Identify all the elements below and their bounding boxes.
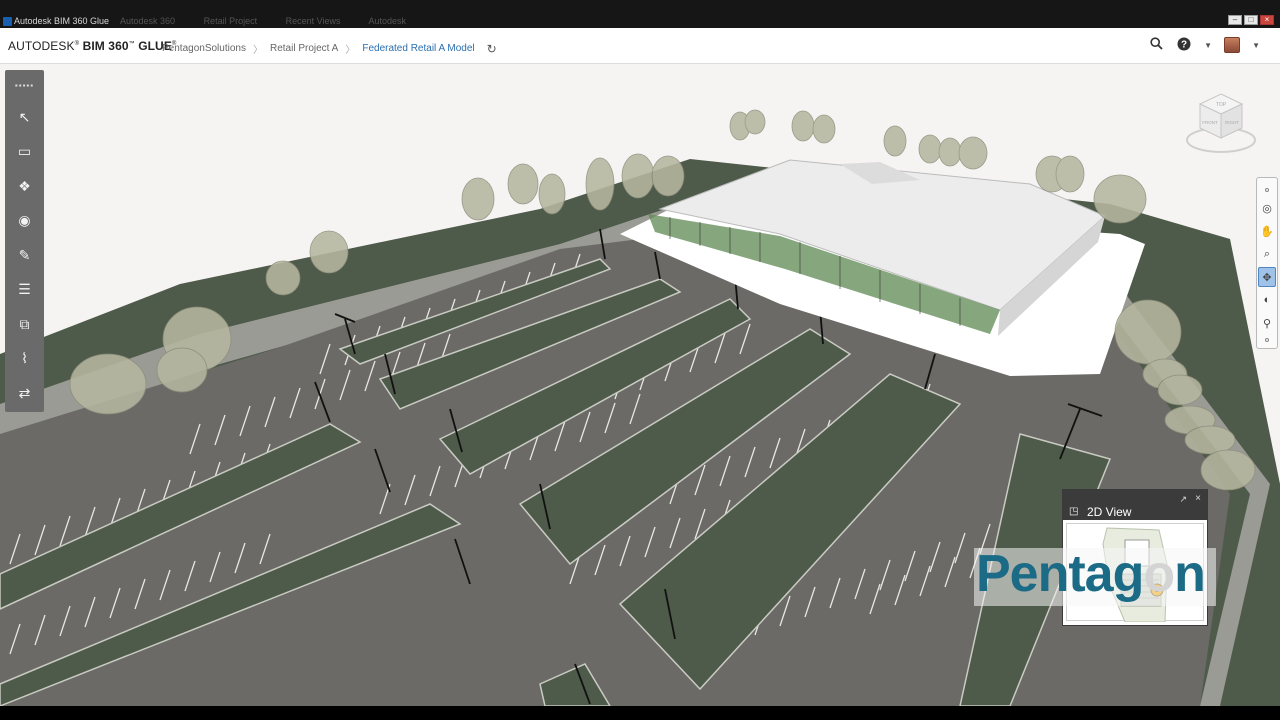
ghost-tabs: Autodesk 360 Retail Project Recent Views…	[120, 16, 432, 26]
refresh-icon[interactable]: ↻	[487, 42, 497, 56]
view-cube-front-label: FRONT	[1202, 120, 1218, 125]
2d-view-icon: ◳	[1069, 506, 1079, 517]
window-title: Autodesk BIM 360 Glue	[14, 16, 110, 26]
maximize-button[interactable]: □	[1244, 15, 1258, 25]
chevron-right-icon: 〉	[252, 45, 263, 56]
model-browser-tool-icon[interactable]: ☰	[5, 273, 44, 308]
select-tool-icon[interactable]: ↖	[5, 100, 44, 135]
minimize-button[interactable]: –	[1228, 15, 1242, 25]
ghost-tab: Autodesk 360	[120, 16, 176, 26]
2d-view-header[interactable]: ◳ 2D View ↗ ×	[1063, 490, 1207, 520]
navbar-menu-handle[interactable]	[1265, 338, 1269, 342]
brand-logo[interactable]: AUTODESK® BIM 360™ GLUE®	[8, 39, 176, 53]
ghost-tab: Autodesk	[368, 16, 407, 26]
header-actions: ? ▼ ▼	[1148, 37, 1260, 53]
breadcrumb-item-project[interactable]: Retail Project A	[270, 43, 338, 54]
breadcrumb-item-model[interactable]: Federated Retail A Model	[362, 43, 474, 54]
pan-icon[interactable]: ✋	[1258, 221, 1276, 241]
ghost-tab: Retail Project	[203, 16, 258, 26]
view-cube[interactable]: TOP FRONT RIGHT	[1184, 88, 1258, 158]
svg-text:?: ?	[1181, 40, 1187, 51]
views-tool-icon[interactable]: ⧉	[5, 307, 44, 342]
view-cube-right-label: RIGHT	[1225, 120, 1239, 125]
visibility-tool-icon[interactable]: ◉	[5, 204, 44, 239]
close-button[interactable]: ×	[1260, 15, 1274, 25]
zoom-icon[interactable]: ⌕	[1258, 244, 1276, 264]
window-controls: – □ ×	[1228, 15, 1274, 25]
explode-tool-icon[interactable]: ❖	[5, 169, 44, 204]
ghost-tab: Recent Views	[285, 16, 341, 26]
chevron-right-icon: 〉	[345, 45, 356, 56]
brand-product: BIM 360	[82, 39, 129, 53]
measure-tool-icon[interactable]: ▭	[5, 135, 44, 170]
orbit-icon[interactable]: ✥	[1258, 267, 1276, 287]
watermark-part: o	[1143, 545, 1175, 603]
model-viewport[interactable]: ▪▪▪▪▪ ↖ ▭ ❖ ◉ ✎ ☰ ⧉ ⌇ ⇄ TOP FRONT RIGHT …	[0, 64, 1280, 706]
pop-out-icon[interactable]: ↗	[1179, 494, 1187, 505]
view-cube-top-label: TOP	[1216, 102, 1227, 108]
app-logo-icon	[3, 17, 12, 26]
chevron-down-icon[interactable]: ▼	[1252, 41, 1260, 50]
full-navigation-wheel-icon[interactable]: ◎	[1258, 198, 1276, 218]
markup-tool-icon[interactable]: ✎	[5, 238, 44, 273]
search-icon[interactable]	[1148, 37, 1164, 53]
walk-icon[interactable]: ⚲	[1258, 313, 1276, 333]
brand-prefix: AUTODESK	[8, 39, 75, 53]
clash-tool-icon[interactable]: ⌇	[5, 342, 44, 377]
breadcrumb-item-account[interactable]: PentagonSolutions	[162, 43, 246, 54]
2d-view-title: 2D View	[1087, 505, 1132, 519]
app-header: AUTODESK® BIM 360™ GLUE® PentagonSolutio…	[0, 28, 1280, 64]
watermark-part: Pentag	[976, 545, 1144, 603]
look-icon[interactable]: ◐	[1258, 290, 1276, 310]
close-icon[interactable]: ×	[1195, 493, 1201, 504]
pentagon-watermark: Pentagon	[976, 544, 1206, 604]
help-icon[interactable]: ?	[1176, 37, 1192, 53]
navbar-handle[interactable]	[1265, 188, 1269, 192]
left-toolbar: ▪▪▪▪▪ ↖ ▭ ❖ ◉ ✎ ☰ ⧉ ⌇ ⇄	[5, 70, 44, 412]
os-titlebar: Autodesk BIM 360 Glue Autodesk 360 Retai…	[0, 0, 1280, 28]
toolbar-grip-handle[interactable]: ▪▪▪▪▪	[5, 70, 44, 100]
breadcrumb: PentagonSolutions 〉 Retail Project A 〉 F…	[162, 41, 497, 57]
share-tool-icon[interactable]: ⇄	[5, 376, 44, 411]
watermark-part: n	[1174, 545, 1206, 603]
navigation-bar: ◎ ✋ ⌕ ✥ ◐ ⚲	[1256, 177, 1278, 349]
user-avatar[interactable]	[1224, 37, 1241, 53]
chevron-down-icon[interactable]: ▼	[1204, 41, 1212, 50]
